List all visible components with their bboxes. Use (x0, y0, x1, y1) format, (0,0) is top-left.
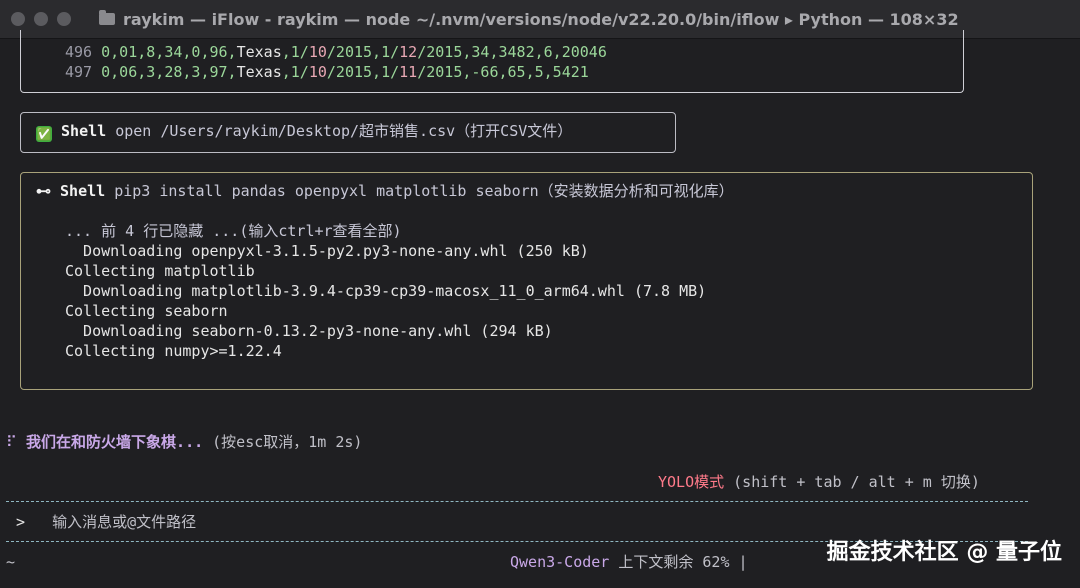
thinking-status: ⠏ 我们在和防火墙下象棋... (按esc取消，1m 2s) (6, 432, 362, 452)
prompt-caret: > (16, 513, 26, 531)
mode-hint: (shift + tab / alt + m 切换) (733, 473, 980, 491)
csv-row: 496 0,01,8,34,0,96,Texas,1/10/2015,1/12/… (65, 43, 607, 61)
output-line: Downloading openpyxl-3.1.5-py2.py3-none-… (65, 242, 589, 260)
message-input[interactable]: 输入消息或@文件路径 (52, 513, 196, 531)
csv-row: 497 0,06,3,28,3,97,Texas,1/10/2015,1/11/… (65, 63, 589, 81)
output-line: Collecting matplotlib (65, 262, 255, 280)
output-line: Downloading seaborn-0.13.2-py3-none-any.… (65, 322, 553, 340)
status-footer: Qwen3-Coder 上下文剩余 62% | (510, 552, 748, 572)
shell-open-line: ✅ Shell open /Users/raykim/Desktop/超市销售.… (36, 121, 572, 142)
shell-label: Shell (60, 182, 106, 200)
input-divider-top (6, 501, 1028, 502)
mode-indicator: YOLO模式 (shift + tab / alt + m 切换) (658, 472, 980, 492)
running-icon: ⊷ (36, 182, 51, 200)
check-icon: ✅ (36, 126, 52, 142)
message-input-row[interactable]: > 输入消息或@文件路径 (16, 512, 196, 532)
shell-pip-line: ⊷ Shell pip3 install pandas openpyxl mat… (36, 181, 734, 201)
shell-command: pip3 install pandas openpyxl matplotlib … (114, 182, 734, 200)
shell-command: open /Users/raykim/Desktop/超市销售.csv（打开CS… (115, 122, 573, 140)
spinner-icon: ⠏ (6, 433, 17, 451)
output-line: Downloading matplotlib-3.9.4-cp39-cp39-m… (65, 282, 707, 300)
model-name: Qwen3-Coder (510, 553, 610, 571)
shell-label: Shell (61, 122, 107, 140)
mode-label: YOLO模式 (658, 473, 725, 491)
output-line: Collecting numpy>=1.22.4 (65, 342, 282, 360)
thinking-text: 我们在和防火墙下象棋... (26, 433, 204, 451)
cwd-indicator: ~ (6, 553, 16, 571)
footer-separator: | (738, 553, 748, 571)
watermark: 掘金技术社区 @ 量子位 (826, 540, 1062, 565)
close-window-button[interactable] (11, 12, 25, 26)
thinking-hint: (按esc取消，1m 2s) (212, 433, 363, 451)
output-line: Collecting seaborn (65, 302, 228, 320)
minimize-window-button[interactable] (34, 12, 48, 26)
hidden-lines-note: ... 前 4 行已隐藏 ...(输入ctrl+r查看全部) (65, 222, 402, 240)
zoom-window-button[interactable] (57, 12, 71, 26)
window-controls (11, 12, 71, 26)
folder-icon (99, 10, 115, 25)
window-title: raykim — iFlow - raykim — node ~/.nvm/ve… (123, 9, 959, 29)
context-remaining: 上下文剩余 62% (618, 553, 730, 571)
